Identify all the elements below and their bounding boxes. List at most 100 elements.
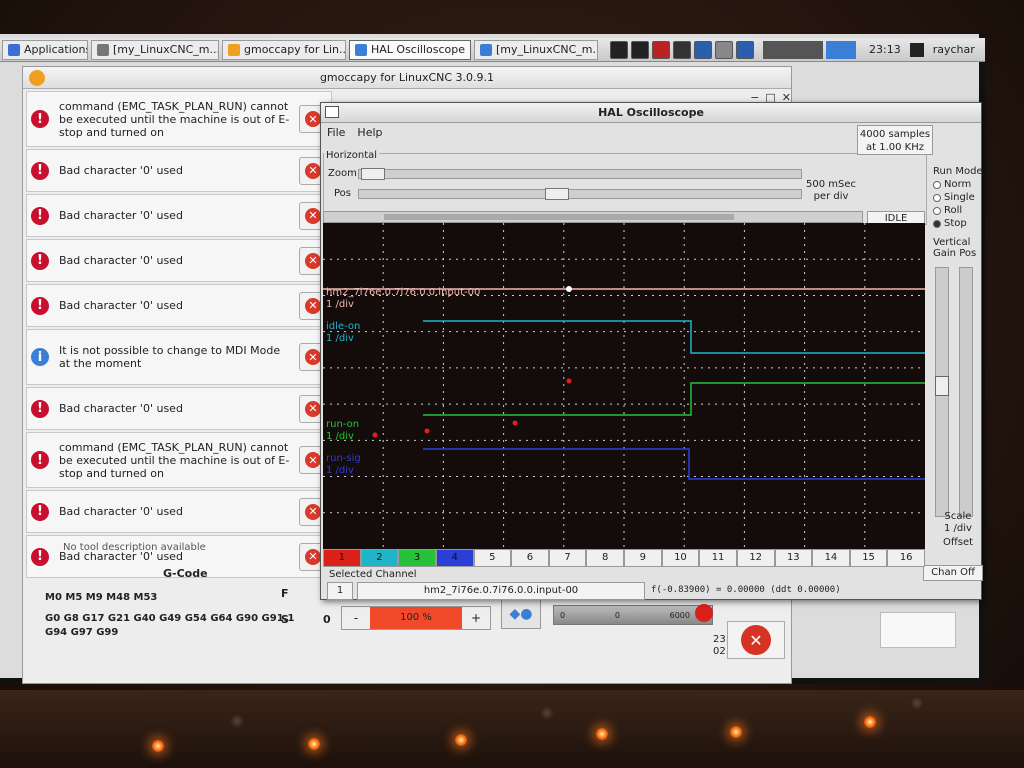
- active-g-codes: G0 G8 G17 G21 G40 G49 G54 G64 G90 G91.1 …: [45, 613, 295, 638]
- taskbar-item[interactable]: [my_LinuxCNC_m...: [91, 39, 219, 60]
- run-mode-option[interactable]: Stop: [933, 217, 983, 230]
- workspace-switcher[interactable]: [763, 40, 823, 59]
- spindle-direction-button[interactable]: ◆●: [501, 599, 541, 629]
- spindle-mid: 0: [614, 610, 620, 620]
- channel-button[interactable]: 3: [398, 549, 436, 567]
- channel-button[interactable]: 7: [548, 549, 587, 567]
- channel-button[interactable]: 10: [661, 549, 700, 567]
- channel-button[interactable]: 13: [774, 549, 813, 567]
- override-minus-button[interactable]: -: [342, 607, 370, 629]
- message-item: ! command (EMC_TASK_PLAN_RUN) cannot be e…: [26, 91, 332, 147]
- run-mode-label: Norm: [944, 179, 972, 190]
- indicator-led: [596, 728, 608, 740]
- task-app-icon: [228, 43, 240, 56]
- vertical-scale: Scale 1 /div: [933, 511, 983, 535]
- estop-button[interactable]: ✕: [727, 621, 785, 659]
- task-app-icon: [480, 43, 492, 56]
- menu-file[interactable]: File: [327, 126, 345, 139]
- scale-label: Scale: [944, 511, 972, 522]
- trigger-marker: [512, 420, 518, 426]
- zoom-thumb[interactable]: [361, 167, 385, 180]
- taskbar-clock[interactable]: 23:13: [869, 43, 901, 56]
- tray-icon[interactable]: [673, 40, 691, 59]
- error-icon: !: [31, 206, 49, 225]
- channel-button[interactable]: 12: [736, 549, 775, 567]
- message-text: command (EMC_TASK_PLAN_RUN) cannot be ex…: [59, 440, 290, 480]
- zoom-slider[interactable]: [358, 167, 802, 180]
- vertical-pos-slider[interactable]: [959, 267, 973, 517]
- override-value: 100 %: [400, 612, 432, 623]
- message-item: i It is not possible to change to MDI Mod…: [26, 329, 332, 385]
- gmoccapy-title: gmoccapy for LinuxCNC 3.0.9.1: [319, 71, 495, 84]
- tray-icon[interactable]: [610, 40, 628, 59]
- channel-button[interactable]: 9: [624, 549, 662, 567]
- channel-button[interactable]: 4: [435, 549, 474, 567]
- timebase: 500 mSec per div: [806, 179, 856, 203]
- trace-name: idle-on: [326, 321, 360, 332]
- trace-scale: 1 /div: [326, 431, 354, 442]
- channel-button[interactable]: 8: [586, 549, 624, 567]
- taskbar-item[interactable]: gmoccapy for Lin...: [222, 39, 346, 60]
- side-panel: [880, 612, 956, 648]
- pos-slider[interactable]: [358, 187, 802, 200]
- run-mode-option[interactable]: Norm: [933, 178, 983, 191]
- channel-button[interactable]: 5: [473, 549, 512, 567]
- radio-icon: [933, 219, 941, 228]
- gain-slider[interactable]: [935, 267, 949, 517]
- spindle-icon: ◆●: [509, 606, 533, 622]
- run-mode-option[interactable]: Single: [933, 191, 983, 204]
- override-plus-button[interactable]: +: [462, 607, 490, 629]
- info-icon: i: [31, 348, 49, 366]
- message-item: ! Bad character '0' used ✕: [26, 149, 332, 192]
- offset-button[interactable]: Offset: [933, 537, 983, 548]
- pos-thumb[interactable]: [545, 187, 569, 200]
- chan-off-button[interactable]: Chan Off: [923, 565, 983, 581]
- indicator-led: [152, 740, 164, 752]
- active-workspace[interactable]: [826, 40, 856, 59]
- trace-scale: 1 /div: [326, 333, 354, 344]
- override-bar[interactable]: 100 %: [370, 607, 462, 629]
- channel-button[interactable]: 6: [511, 549, 549, 567]
- taskbar-item[interactable]: [my_LinuxCNC_m...: [474, 39, 598, 60]
- panel-screw: [230, 714, 244, 728]
- run-mode-option[interactable]: Roll: [933, 204, 983, 217]
- gcode-title: G-Code: [163, 567, 208, 580]
- pos-vert-label: Pos: [959, 248, 977, 259]
- tray-icon[interactable]: [736, 40, 754, 59]
- tray-icon[interactable]: [631, 40, 649, 59]
- close-icon: ✕: [305, 252, 321, 269]
- record-window: [384, 214, 734, 220]
- message-item: ! Bad character '0' used ✕: [26, 387, 332, 430]
- samples-count: 4000 samples: [859, 129, 931, 140]
- user-name[interactable]: raychar: [933, 43, 975, 56]
- channel-button[interactable]: 1: [323, 549, 361, 567]
- close-icon: ✕: [305, 503, 321, 520]
- task-app-icon: [97, 43, 109, 56]
- channel-button[interactable]: 2: [360, 549, 399, 567]
- taskbar-item[interactable]: HAL Oscilloscope: [349, 39, 471, 60]
- channel-button[interactable]: 14: [812, 549, 850, 567]
- gain-thumb[interactable]: [935, 376, 949, 396]
- selected-channel-number[interactable]: 1: [327, 582, 353, 600]
- sample-rate-button[interactable]: 4000 samples at 1.00 KHz: [857, 125, 933, 155]
- menu-help[interactable]: Help: [357, 126, 382, 139]
- window-menu-icon[interactable]: [325, 106, 339, 118]
- selected-channel-label: Selected Channel: [329, 569, 417, 580]
- channel-button[interactable]: 15: [849, 549, 888, 567]
- hal-title: HAL Oscilloscope: [598, 106, 704, 119]
- tray-icon[interactable]: [694, 40, 712, 59]
- message-text: Bad character '0' used: [59, 209, 183, 222]
- taskbar-item[interactable]: Applications: [2, 39, 88, 60]
- tray-icon[interactable]: [652, 40, 670, 59]
- hal-titlebar: HAL Oscilloscope: [321, 103, 981, 123]
- error-icon: !: [31, 547, 49, 566]
- close-icon: ✕: [305, 349, 321, 365]
- task-label: [my_LinuxCNC_m...: [496, 43, 598, 56]
- channel-button[interactable]: 16: [887, 549, 925, 567]
- message-list: ! command (EMC_TASK_PLAN_RUN) cannot be e…: [26, 91, 332, 580]
- channel-button[interactable]: 11: [699, 549, 737, 567]
- selected-channel-name[interactable]: hm2_7i76e.0.7i76.0.0.input-00: [357, 582, 645, 600]
- tray-icon[interactable]: [715, 40, 733, 59]
- scope-display[interactable]: hm2_7i76e.0.7i76.0.0.input-00 1 /div idle-…: [323, 223, 925, 549]
- message-text: Bad character '0' used: [59, 299, 183, 312]
